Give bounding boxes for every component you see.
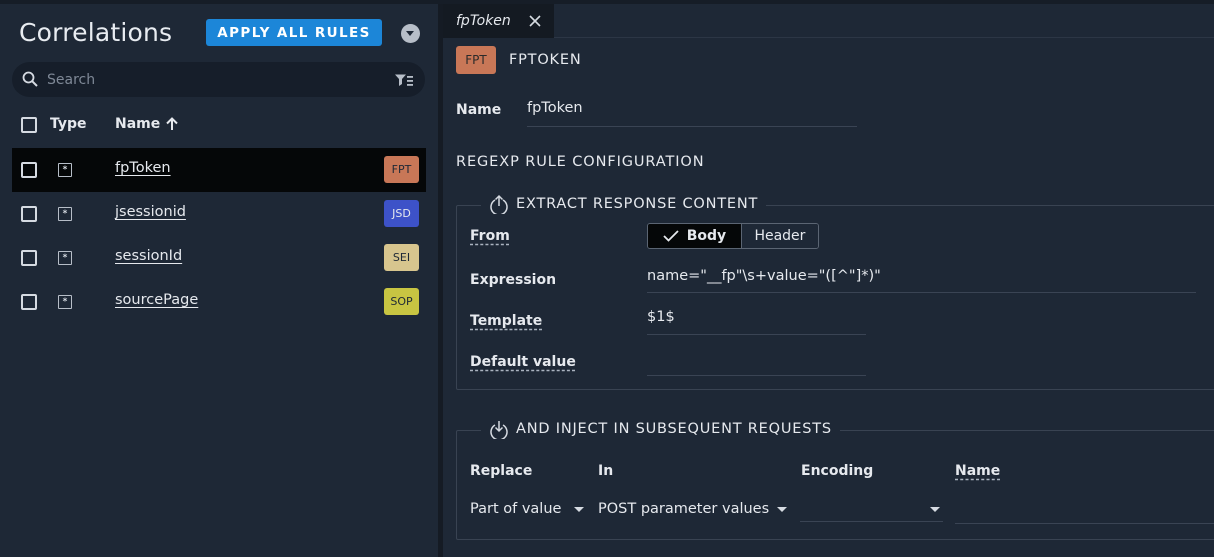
replace-select[interactable]: Part of value [470, 496, 588, 522]
tab-fptoken[interactable]: fpToken [443, 4, 554, 38]
default-value-field[interactable] [647, 348, 866, 376]
table-row[interactable]: * jsessionid JSD [12, 192, 426, 236]
column-header-type[interactable]: Type [50, 116, 87, 132]
more-options-icon[interactable] [401, 24, 420, 43]
from-option-header[interactable]: Header [740, 224, 818, 248]
row-name-link[interactable]: fpToken [115, 160, 171, 176]
row-name-link[interactable]: jsessionid [115, 204, 186, 220]
section-title: REGEXP RULE CONFIGURATION [456, 154, 705, 170]
row-name-link[interactable]: sourcePage [115, 292, 198, 308]
expression-label: Expression [470, 272, 557, 288]
table-row[interactable]: * fpToken FPT [12, 148, 426, 192]
replace-select-value: Part of value [470, 501, 562, 517]
row-checkbox[interactable] [21, 250, 37, 266]
column-header-name-label: Name [115, 116, 161, 132]
panel-title: Correlations [19, 18, 173, 47]
chevron-down-icon [777, 507, 787, 512]
apply-all-rules-button[interactable]: APPLY ALL RULES [206, 19, 382, 46]
row-checkbox[interactable] [21, 162, 37, 178]
in-label: In [598, 463, 614, 479]
row-checkbox[interactable] [21, 294, 37, 310]
table-row[interactable]: * sourcePage SOP [12, 280, 426, 324]
encoding-label: Encoding [801, 463, 874, 479]
correlations-panel: Correlations APPLY ALL RULES Type Name *… [0, 4, 438, 557]
filter-icon[interactable] [395, 74, 413, 87]
from-label: From [470, 228, 510, 244]
inject-name-field[interactable] [955, 496, 1214, 524]
extract-legend: EXTRACT RESPONSE CONTENT [481, 194, 767, 214]
row-badge: SEI [384, 244, 419, 271]
chevron-down-icon [574, 507, 584, 512]
from-toggle: Body Header [647, 223, 819, 249]
check-icon [663, 230, 679, 242]
in-select-value: POST parameter values [598, 501, 770, 517]
name-field[interactable]: fpToken [527, 99, 857, 127]
inject-legend: AND INJECT IN SUBSEQUENT REQUESTS [481, 419, 840, 439]
replace-label: Replace [470, 463, 533, 479]
from-option-body[interactable]: Body [648, 224, 741, 248]
inject-legend-label: AND INJECT IN SUBSEQUENT REQUESTS [516, 421, 832, 437]
regex-type-icon: * [58, 295, 72, 309]
row-checkbox[interactable] [21, 206, 37, 222]
extract-legend-label: EXTRACT RESPONSE CONTENT [516, 196, 759, 212]
search-input[interactable] [47, 69, 377, 91]
name-column-label: Name [955, 463, 1001, 479]
regex-type-icon: * [58, 163, 72, 177]
row-badge: FPT [384, 156, 419, 183]
tab-bar: fpToken [443, 4, 1214, 38]
from-option-body-label: Body [686, 228, 727, 244]
search-icon [22, 71, 38, 87]
close-icon[interactable] [529, 15, 541, 27]
name-label: Name [456, 102, 502, 118]
template-label: Template [470, 313, 543, 329]
row-name-link[interactable]: sessionId [115, 248, 182, 264]
row-badge: SOP [384, 288, 419, 315]
search-box [12, 62, 425, 97]
rule-editor-panel: fpToken FPT FPTOKEN Name fpToken REGEXP … [443, 4, 1214, 557]
expression-field[interactable]: name="__fp"\s+value="([^"]*)" [647, 266, 1196, 293]
sort-ascending-icon [166, 117, 178, 130]
inject-download-icon [490, 421, 508, 439]
regex-type-icon: * [58, 251, 72, 265]
encoding-select[interactable] [800, 496, 943, 522]
rule-title: FPTOKEN [509, 52, 582, 68]
tab-label: fpToken [456, 13, 511, 29]
in-select[interactable]: POST parameter values [598, 496, 790, 522]
chevron-down-icon [930, 507, 940, 512]
row-badge: JSD [384, 200, 419, 227]
regex-type-icon: * [58, 207, 72, 221]
rule-badge: FPT [456, 46, 496, 74]
column-header-name[interactable]: Name [115, 116, 178, 132]
template-field[interactable]: $1$ [647, 307, 866, 335]
table-row[interactable]: * sessionId SEI [12, 236, 426, 280]
extract-upload-icon [490, 194, 508, 214]
default-value-label: Default value [470, 354, 576, 370]
select-all-checkbox[interactable] [21, 117, 37, 133]
